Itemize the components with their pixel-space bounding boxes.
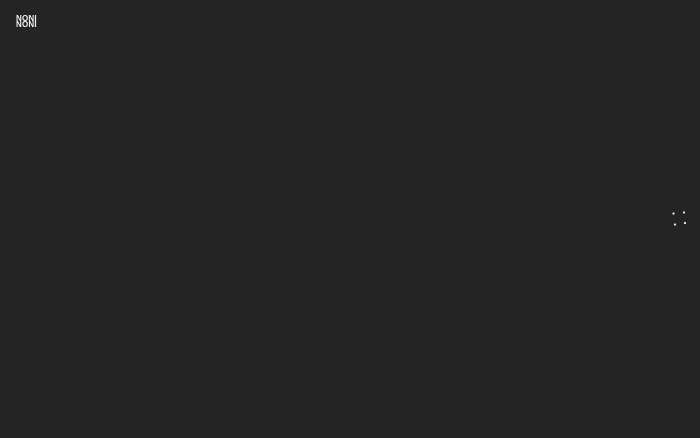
dots-menu-button[interactable] <box>668 208 690 230</box>
page: NONI NONI <box>0 0 700 438</box>
logo-line-bottom: NONI <box>16 20 37 29</box>
dots-menu-icon <box>672 211 687 226</box>
site-logo[interactable]: NONI NONI <box>16 15 37 29</box>
